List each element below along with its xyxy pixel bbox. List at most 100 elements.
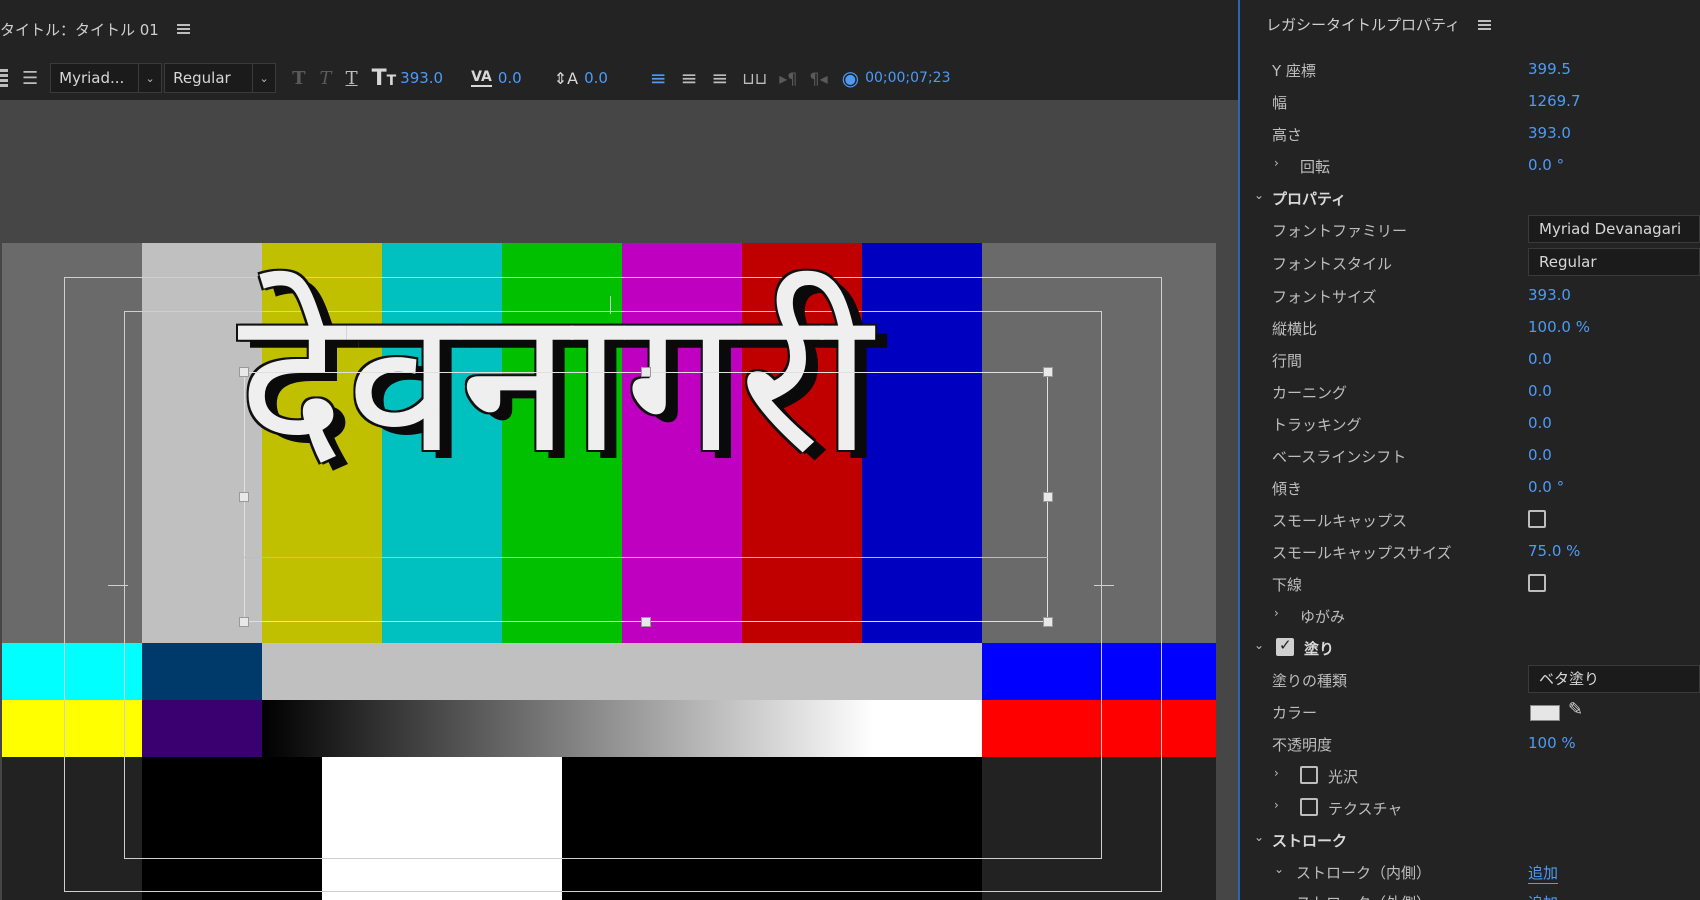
align-right-icon[interactable]: ≡ bbox=[711, 66, 728, 90]
prop-row-width: 幅 1269.7 bbox=[1240, 87, 1700, 116]
prop-value[interactable]: 100.0 % bbox=[1528, 318, 1590, 336]
prop-row-outer-stroke[interactable]: ⌄ ストローク（外側） 追加 bbox=[1240, 887, 1700, 900]
resize-handle-top-left[interactable] bbox=[239, 367, 249, 377]
fill-checkbox[interactable] bbox=[1276, 636, 1294, 656]
legacy-title-properties-panel: レガシータイトルプロパティ Y 座標 399.5 幅 1269.7 高さ 393… bbox=[1240, 0, 1700, 900]
leading-icon[interactable]: ☰ bbox=[22, 68, 38, 89]
kerning-value[interactable]: 0.0 bbox=[498, 69, 522, 87]
panel-header: タイトル：タイトル 01 bbox=[0, 14, 190, 44]
prop-label: 幅 bbox=[1272, 94, 1288, 112]
prop-label: Y 座標 bbox=[1272, 62, 1316, 80]
section-label: 塗り bbox=[1304, 640, 1335, 658]
resize-handle-top-right[interactable] bbox=[1043, 367, 1053, 377]
font-family-dropdown[interactable]: Myriad... ⌄ bbox=[50, 63, 163, 93]
panel-menu-icon[interactable] bbox=[1478, 18, 1492, 32]
selection-box[interactable] bbox=[244, 372, 1048, 622]
fill-type-dropdown[interactable]: ベタ塗り bbox=[1528, 665, 1700, 693]
chevron-right-icon[interactable]: › bbox=[1274, 798, 1279, 812]
prop-label: 下線 bbox=[1272, 576, 1303, 594]
add-inner-stroke-link[interactable]: 追加 bbox=[1528, 862, 1559, 884]
underline-icon[interactable]: T bbox=[346, 68, 358, 89]
font-family-dropdown[interactable]: Myriad Devanagari bbox=[1528, 215, 1700, 243]
timecode-value[interactable]: 00;00;07;23 bbox=[865, 70, 950, 86]
prop-row-rotation[interactable]: › 回転 0.0 ° bbox=[1240, 151, 1700, 180]
color-swatch[interactable] bbox=[1530, 705, 1560, 721]
add-outer-stroke-link[interactable]: 追加 bbox=[1528, 892, 1558, 900]
title-toolbar: ☰ Myriad... ⌄ Regular ⌄ T T T TT 393.0 V… bbox=[0, 56, 1238, 100]
font-size-value[interactable]: 393.0 bbox=[400, 69, 443, 87]
prop-value[interactable]: 100 % bbox=[1528, 734, 1576, 752]
grid-icon[interactable] bbox=[0, 69, 8, 87]
prop-value[interactable]: 393.0 bbox=[1528, 286, 1571, 304]
prop-label: ゆがみ bbox=[1300, 608, 1346, 626]
prop-value[interactable]: 0.0 ° bbox=[1528, 478, 1564, 496]
resize-handle-bottom[interactable] bbox=[641, 617, 651, 627]
show-video-icon[interactable]: ◉ bbox=[842, 66, 859, 90]
align-center-icon[interactable]: ≡ bbox=[681, 66, 698, 90]
underline-checkbox[interactable] bbox=[1528, 574, 1546, 592]
sheen-checkbox[interactable] bbox=[1300, 766, 1318, 784]
ltr-icon[interactable]: ▸¶ bbox=[779, 69, 797, 88]
chevron-down-icon[interactable]: ⌄ bbox=[1274, 862, 1284, 876]
chevron-right-icon[interactable]: › bbox=[1274, 766, 1279, 780]
prop-row-font-style: フォントスタイル Regular bbox=[1240, 248, 1700, 277]
section-properties[interactable]: ⌄ プロパティ bbox=[1240, 183, 1700, 212]
section-fill[interactable]: ⌄ 塗り bbox=[1240, 633, 1700, 662]
prop-row-sheen[interactable]: › 光沢 bbox=[1240, 761, 1700, 790]
prop-row-texture[interactable]: › テクスチャ bbox=[1240, 793, 1700, 822]
chevron-down-icon[interactable]: ⌄ bbox=[1274, 892, 1284, 900]
chevron-down-icon[interactable]: ⌄ bbox=[1254, 638, 1264, 652]
tab-stops-icon[interactable]: ⊔⊔ bbox=[742, 69, 767, 88]
resize-handle-top[interactable] bbox=[641, 367, 651, 377]
small-caps-checkbox[interactable] bbox=[1528, 510, 1546, 528]
resize-handle-right[interactable] bbox=[1043, 492, 1053, 502]
prop-row-baseline-shift: ベースラインシフト 0.0 bbox=[1240, 441, 1700, 470]
font-style-dropdown[interactable]: Regular ⌄ bbox=[164, 63, 277, 93]
prop-value[interactable]: 0.0 bbox=[1528, 382, 1552, 400]
rtl-icon[interactable]: ¶◂ bbox=[809, 69, 827, 88]
resize-handle-bottom-right[interactable] bbox=[1043, 617, 1053, 627]
prop-value[interactable]: 75.0 % bbox=[1528, 542, 1580, 560]
prop-value[interactable]: 0.0 bbox=[1528, 350, 1552, 368]
align-left-icon[interactable]: ≡ bbox=[650, 66, 667, 90]
font-style-dropdown[interactable]: Regular bbox=[1528, 248, 1700, 276]
prop-label: ストローク（内側） bbox=[1296, 864, 1432, 882]
prop-label: スモールキャップスサイズ bbox=[1272, 544, 1452, 562]
prop-row-tracking: トラッキング 0.0 bbox=[1240, 409, 1700, 438]
prop-label: 塗りの種類 bbox=[1272, 672, 1348, 690]
baseline-value[interactable]: 0.0 bbox=[584, 69, 608, 87]
section-stroke[interactable]: ⌄ ストローク bbox=[1240, 825, 1700, 854]
texture-checkbox[interactable] bbox=[1300, 798, 1318, 816]
eyedropper-icon[interactable]: ✎ bbox=[1568, 699, 1583, 720]
prop-value[interactable]: 1269.7 bbox=[1528, 92, 1581, 110]
prop-label: フォントファミリー bbox=[1272, 222, 1408, 240]
panel-menu-icon[interactable] bbox=[176, 22, 190, 36]
prop-row-inner-stroke[interactable]: ⌄ ストローク（内側） 追加 bbox=[1240, 857, 1700, 886]
panel-title: タイトル：タイトル 01 bbox=[0, 20, 159, 39]
prop-value[interactable]: 0.0 ° bbox=[1528, 156, 1564, 174]
chevron-down-icon[interactable]: ⌄ bbox=[1254, 830, 1264, 844]
prop-row-color: カラー ✎ bbox=[1240, 697, 1700, 726]
chevron-down-icon[interactable]: ⌄ bbox=[1254, 188, 1264, 202]
prop-value[interactable]: 0.0 bbox=[1528, 414, 1552, 432]
prop-row-underline: 下線 bbox=[1240, 569, 1700, 598]
prop-row-distort[interactable]: › ゆがみ bbox=[1240, 601, 1700, 630]
properties-header: レガシータイトルプロパティ bbox=[1266, 14, 1492, 35]
prop-label: 光沢 bbox=[1328, 768, 1359, 786]
italic-icon[interactable]: T bbox=[320, 68, 332, 89]
chevron-right-icon[interactable]: › bbox=[1274, 156, 1279, 170]
resize-handle-left[interactable] bbox=[239, 492, 249, 502]
prop-label: 行間 bbox=[1272, 352, 1303, 370]
prop-label: 縦横比 bbox=[1272, 320, 1318, 338]
prop-value[interactable]: 393.0 bbox=[1528, 124, 1571, 142]
chevron-right-icon[interactable]: › bbox=[1274, 606, 1279, 620]
center-mark-right bbox=[1094, 585, 1114, 586]
selection-baseline bbox=[244, 557, 1048, 558]
bold-icon[interactable]: T bbox=[292, 68, 305, 89]
prop-row-aspect: 縦横比 100.0 % bbox=[1240, 313, 1700, 342]
resize-handle-bottom-left[interactable] bbox=[239, 617, 249, 627]
baseline-icon: ⇕A bbox=[553, 68, 579, 88]
prop-value[interactable]: 399.5 bbox=[1528, 60, 1571, 78]
prop-value[interactable]: 0.0 bbox=[1528, 446, 1552, 464]
prop-label: 高さ bbox=[1272, 126, 1303, 144]
